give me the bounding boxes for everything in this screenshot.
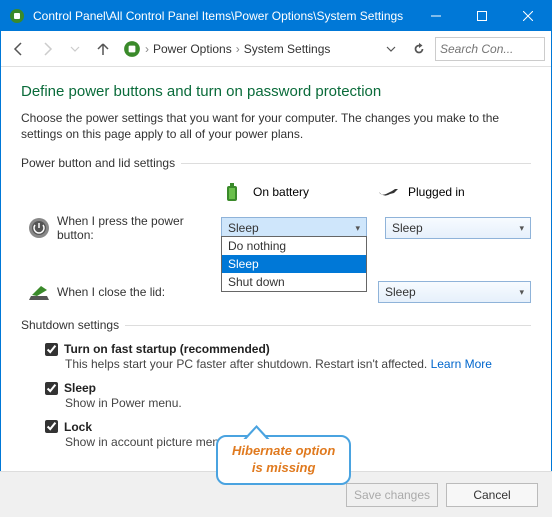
address-dropdown[interactable] xyxy=(379,37,403,61)
toolbar: › Power Options › System Settings xyxy=(1,31,551,67)
annotation-callout: Hibernate option is missing xyxy=(216,435,351,485)
column-headers: On battery Plugged in xyxy=(21,180,531,204)
battery-icon xyxy=(221,180,245,204)
dropdown-list[interactable]: Do nothing Sleep Shut down xyxy=(221,236,367,292)
learn-more-link[interactable]: Learn More xyxy=(431,357,492,371)
dropdown-option[interactable]: Shut down xyxy=(222,273,366,291)
battery-label: On battery xyxy=(253,185,309,199)
lid-plugged-combo[interactable]: Sleep▾ xyxy=(378,281,531,303)
power-button-row: When I press the power button: Sleep▾ Sl… xyxy=(21,214,531,242)
dropdown-option[interactable]: Sleep xyxy=(222,255,366,273)
power-button-icon xyxy=(27,216,51,240)
power-button-label: When I press the power button: xyxy=(57,214,221,242)
page-title: Define power buttons and turn on passwor… xyxy=(21,83,531,100)
dropdown-option[interactable]: Do nothing xyxy=(222,237,366,255)
power-options-icon xyxy=(123,40,141,58)
cancel-button[interactable]: Cancel xyxy=(446,483,538,507)
section-power-button: Power button and lid settings xyxy=(21,156,531,170)
content: Define power buttons and turn on passwor… xyxy=(1,67,551,469)
lock-checkbox[interactable] xyxy=(45,420,58,433)
plugged-label: Plugged in xyxy=(408,185,465,199)
lid-label: When I close the lid: xyxy=(57,285,221,299)
fast-startup-item: Turn on fast startup (recommended) This … xyxy=(45,342,531,373)
close-button[interactable] xyxy=(505,1,551,31)
breadcrumb[interactable]: › Power Options › System Settings xyxy=(119,40,375,58)
power-button-plugged-combo[interactable]: Sleep▾ xyxy=(385,217,531,239)
laptop-lid-icon xyxy=(27,280,51,304)
breadcrumb-item[interactable]: System Settings xyxy=(244,42,331,56)
back-button[interactable] xyxy=(7,37,31,61)
lock-label: Lock xyxy=(64,420,92,434)
sleep-label: Sleep xyxy=(64,381,96,395)
section-shutdown: Shutdown settings xyxy=(21,318,531,332)
forward-button[interactable] xyxy=(35,37,59,61)
chevron-down-icon: ▾ xyxy=(519,287,524,298)
up-button[interactable] xyxy=(91,37,115,61)
chevron-right-icon[interactable]: › xyxy=(143,42,151,56)
titlebar: Control Panel\All Control Panel Items\Po… xyxy=(1,1,551,31)
page-description: Choose the power settings that you want … xyxy=(21,110,531,142)
fast-startup-label: Turn on fast startup (recommended) xyxy=(64,342,270,356)
sleep-item: Sleep Show in Power menu. xyxy=(45,381,531,412)
minimize-button[interactable] xyxy=(413,1,459,31)
search-input[interactable] xyxy=(435,37,545,61)
fast-startup-checkbox[interactable] xyxy=(45,343,58,356)
plug-icon xyxy=(376,180,400,204)
chevron-right-icon[interactable]: › xyxy=(234,42,242,56)
save-button[interactable]: Save changes xyxy=(346,483,438,507)
sleep-checkbox[interactable] xyxy=(45,382,58,395)
breadcrumb-item[interactable]: Power Options xyxy=(153,42,232,56)
chevron-down-icon: ▾ xyxy=(355,223,360,234)
window-title: Control Panel\All Control Panel Items\Po… xyxy=(33,9,413,23)
power-options-icon xyxy=(9,8,25,24)
recent-dropdown[interactable] xyxy=(63,37,87,61)
maximize-button[interactable] xyxy=(459,1,505,31)
chevron-down-icon: ▾ xyxy=(519,223,524,234)
refresh-button[interactable] xyxy=(407,37,431,61)
